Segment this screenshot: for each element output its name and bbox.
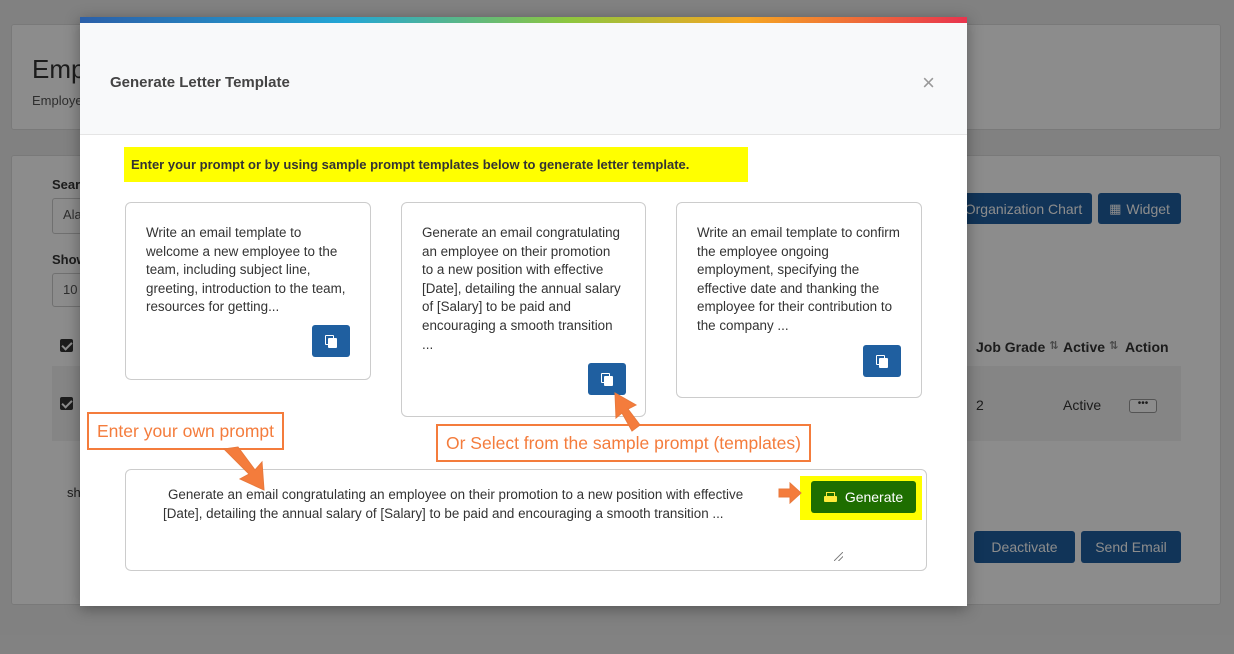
prompt-instructions: Enter your prompt or by using sample pro…: [124, 147, 748, 182]
copy-icon: [601, 372, 613, 386]
inbox-icon: [823, 492, 837, 502]
generate-button-highlight: Generate: [800, 476, 922, 520]
annotation-select-sample: Or Select from the sample prompt (templa…: [436, 424, 811, 462]
copy-template-button[interactable]: [863, 345, 901, 377]
generate-label: Generate: [844, 489, 904, 505]
copy-template-button[interactable]: [312, 325, 350, 357]
generate-button[interactable]: Generate: [811, 481, 916, 513]
sample-template-card[interactable]: Write an email template to welcome a new…: [125, 202, 371, 380]
sample-template-card[interactable]: Write an email template to confirm the e…: [676, 202, 922, 398]
close-icon[interactable]: ×: [922, 72, 935, 94]
sample-template-text: Generate an email congratulating an empl…: [422, 225, 621, 352]
copy-template-button[interactable]: [588, 363, 626, 395]
prompt-textarea-value: Generate an email congratulating an empl…: [163, 487, 744, 521]
sample-template-text: Write an email template to confirm the e…: [697, 225, 900, 333]
modal-header: Generate Letter Template ×: [80, 23, 967, 135]
annotation-own-prompt: Enter your own prompt: [87, 412, 285, 450]
copy-icon: [876, 354, 888, 368]
sample-template-text: Write an email template to welcome a new…: [146, 225, 346, 315]
resize-handle-icon[interactable]: [834, 552, 843, 561]
sample-template-card[interactable]: Generate an email congratulating an empl…: [401, 202, 646, 417]
modal-title: Generate Letter Template: [110, 74, 290, 91]
copy-icon: [325, 334, 337, 348]
generate-letter-template-modal: Generate Letter Template × Enter your pr…: [80, 17, 967, 606]
